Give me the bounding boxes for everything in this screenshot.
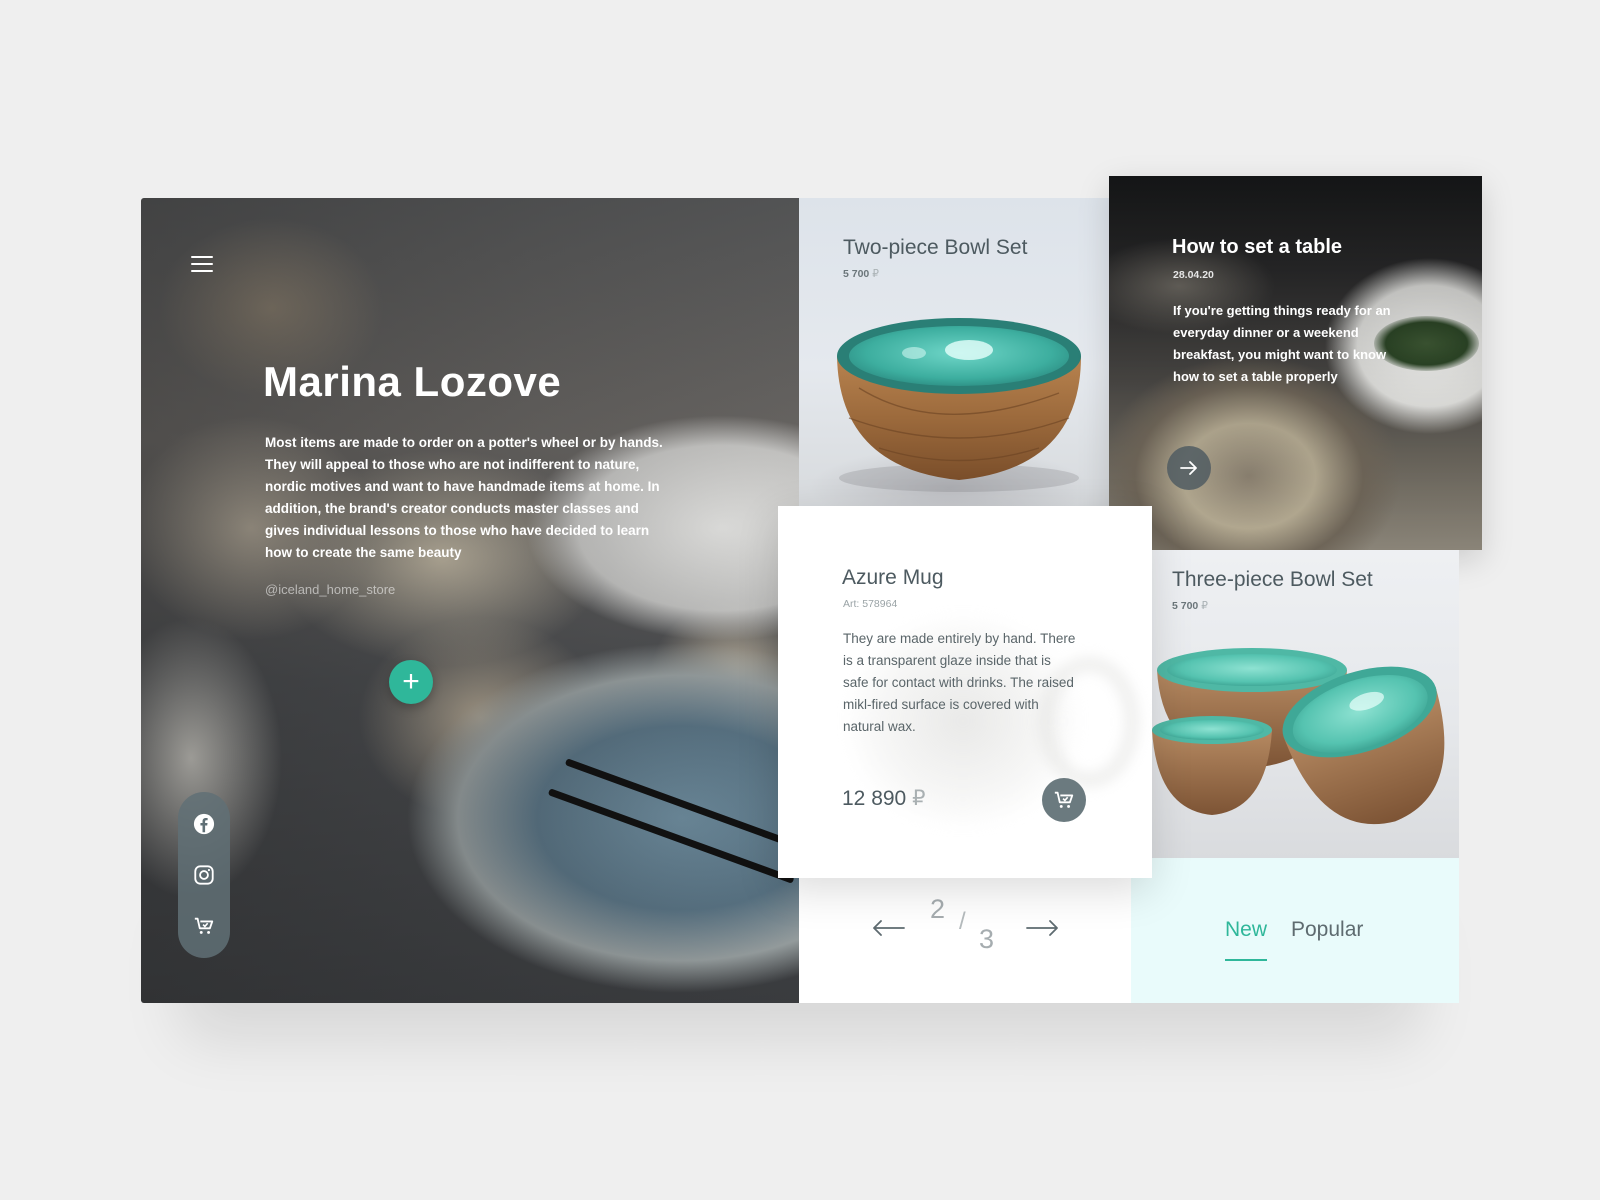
tab-new[interactable]: New — [1225, 918, 1267, 942]
blog-content: How to set a table 28.04.20 If you're ge… — [1109, 176, 1482, 550]
article-number: Art: 578964 — [843, 598, 898, 610]
current-page: 2 — [930, 894, 946, 924]
add-to-cart-button[interactable] — [1042, 778, 1086, 822]
hero-content: Marina Lozove Most items are made to ord… — [141, 198, 799, 1003]
blog-card[interactable]: How to set a table 28.04.20 If you're ge… — [1109, 176, 1482, 550]
active-tab-indicator — [1225, 959, 1267, 961]
blog-excerpt: If you're getting things ready for an ev… — [1173, 303, 1391, 384]
bowls-image — [1152, 648, 1445, 825]
menu-icon[interactable] — [191, 256, 213, 272]
hero-title: Marina Lozove — [263, 358, 562, 405]
store-handle-link[interactable]: @iceland_home_store — [265, 582, 395, 597]
pagination: 2 / 3 — [799, 878, 1131, 1003]
product-title: Three-piece Bowl Set — [1172, 568, 1373, 591]
total-pages: 3 — [979, 924, 995, 954]
hero-panel: Marina Lozove Most items are made to ord… — [141, 198, 799, 1003]
product-price: 5 700 ₽ — [843, 268, 879, 280]
arrow-right-icon — [1180, 461, 1197, 475]
blog-date: 28.04.20 — [1173, 269, 1214, 281]
next-arrow-icon[interactable] — [1025, 918, 1059, 938]
tab-popular[interactable]: Popular — [1291, 918, 1363, 942]
prev-arrow-icon[interactable] — [872, 918, 906, 938]
add-button[interactable]: + — [389, 660, 433, 704]
stage: Marina Lozove Most items are made to ord… — [0, 0, 1600, 1200]
bowl-image — [837, 318, 1081, 492]
featured-title: Azure Mug — [842, 566, 944, 589]
read-more-button[interactable] — [1167, 446, 1211, 490]
featured-description: They are made entirely by hand. There is… — [843, 631, 1076, 734]
page-separator: / — [959, 908, 966, 935]
product-price: 5 700 ₽ — [1172, 600, 1208, 612]
cart-icon[interactable] — [191, 913, 217, 939]
featured-product-card[interactable]: Azure Mug Art: 578964 They are made enti… — [778, 506, 1152, 878]
facebook-icon[interactable] — [191, 811, 217, 837]
product-card-three-piece[interactable]: Three-piece Bowl Set 5 700 ₽ — [1152, 550, 1459, 858]
product-card-two-piece[interactable]: Two-piece Bowl Set 5 700 ₽ — [799, 198, 1109, 506]
filter-tabs: New Popular — [1131, 858, 1459, 1003]
social-bar — [178, 792, 230, 958]
featured-price: 12 890 ₽ — [842, 787, 926, 810]
instagram-icon[interactable] — [191, 862, 217, 888]
hero-description: Most items are made to order on a potter… — [265, 435, 663, 560]
blog-title: How to set a table — [1172, 236, 1343, 258]
cart-icon — [1054, 791, 1074, 808]
product-title: Two-piece Bowl Set — [843, 236, 1028, 259]
